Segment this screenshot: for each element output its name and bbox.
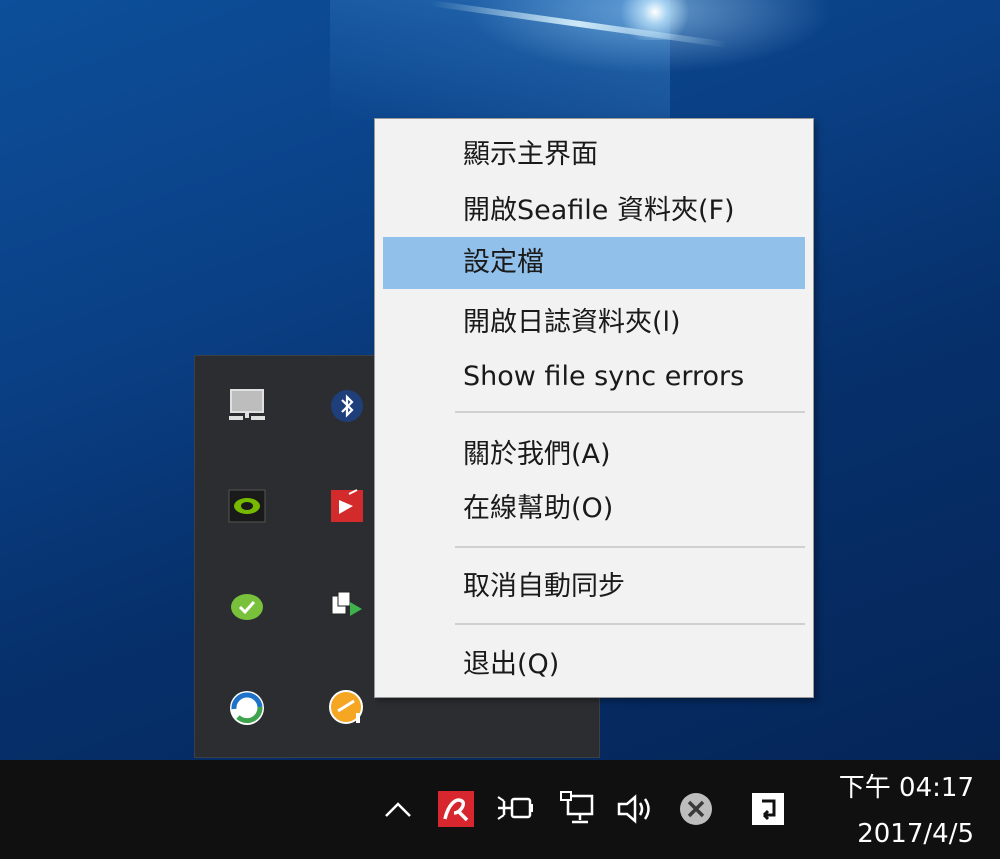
menu-item-open-log-folder[interactable]: 開啟日誌資料夾(l) — [383, 297, 805, 349]
system-clock[interactable]: 下午 04:17 2017/4/5 — [814, 768, 974, 854]
green-check-cloud-icon[interactable] — [225, 584, 269, 628]
menu-separator — [455, 546, 805, 548]
menu-item-show-sync-errors[interactable]: Show file sync errors — [383, 351, 805, 403]
menu-item-online-help[interactable]: 在線幫助(O) — [383, 483, 805, 535]
orange-alert-icon[interactable] — [325, 686, 369, 730]
network-monitor-icon[interactable] — [225, 384, 269, 428]
power-plug-icon[interactable] — [492, 787, 536, 831]
chevron-up-icon[interactable] — [376, 787, 420, 831]
menu-item-open-seafile-folder[interactable]: 開啟Seafile 資料夾(F) — [383, 185, 805, 237]
menu-separator — [455, 411, 805, 413]
nvidia-icon[interactable] — [225, 484, 269, 528]
avira-icon[interactable] — [434, 787, 478, 831]
notification-icon[interactable] — [746, 787, 790, 831]
menu-item-settings[interactable]: 設定檔 — [383, 237, 805, 289]
seafile-context-menu: 顯示主界面 開啟Seafile 資料夾(F) 設定檔 開啟日誌資料夾(l) Sh… — [374, 118, 814, 698]
menu-item-disable-auto-sync[interactable]: 取消自動同步 — [383, 561, 805, 613]
menu-separator — [455, 623, 805, 625]
close-circle-icon[interactable] — [674, 787, 718, 831]
menu-item-exit[interactable]: 退出(Q) — [383, 639, 805, 691]
desktop-light-flare — [615, 0, 695, 40]
taskbar: 下午 04:17 2017/4/5 — [0, 760, 1000, 859]
bluetooth-icon[interactable] — [325, 384, 369, 428]
menu-item-show-main[interactable]: 顯示主界面 — [383, 129, 805, 181]
volume-icon[interactable] — [614, 787, 658, 831]
red-app-icon[interactable] — [325, 484, 369, 528]
clock-date: 2017/4/5 — [857, 819, 974, 849]
network-icon[interactable] — [556, 787, 600, 831]
clock-time: 下午 04:17 — [838, 773, 974, 803]
media-play-icon[interactable] — [325, 584, 369, 628]
blue-sync-icon[interactable] — [225, 686, 269, 730]
menu-item-about[interactable]: 關於我們(A) — [383, 429, 805, 481]
